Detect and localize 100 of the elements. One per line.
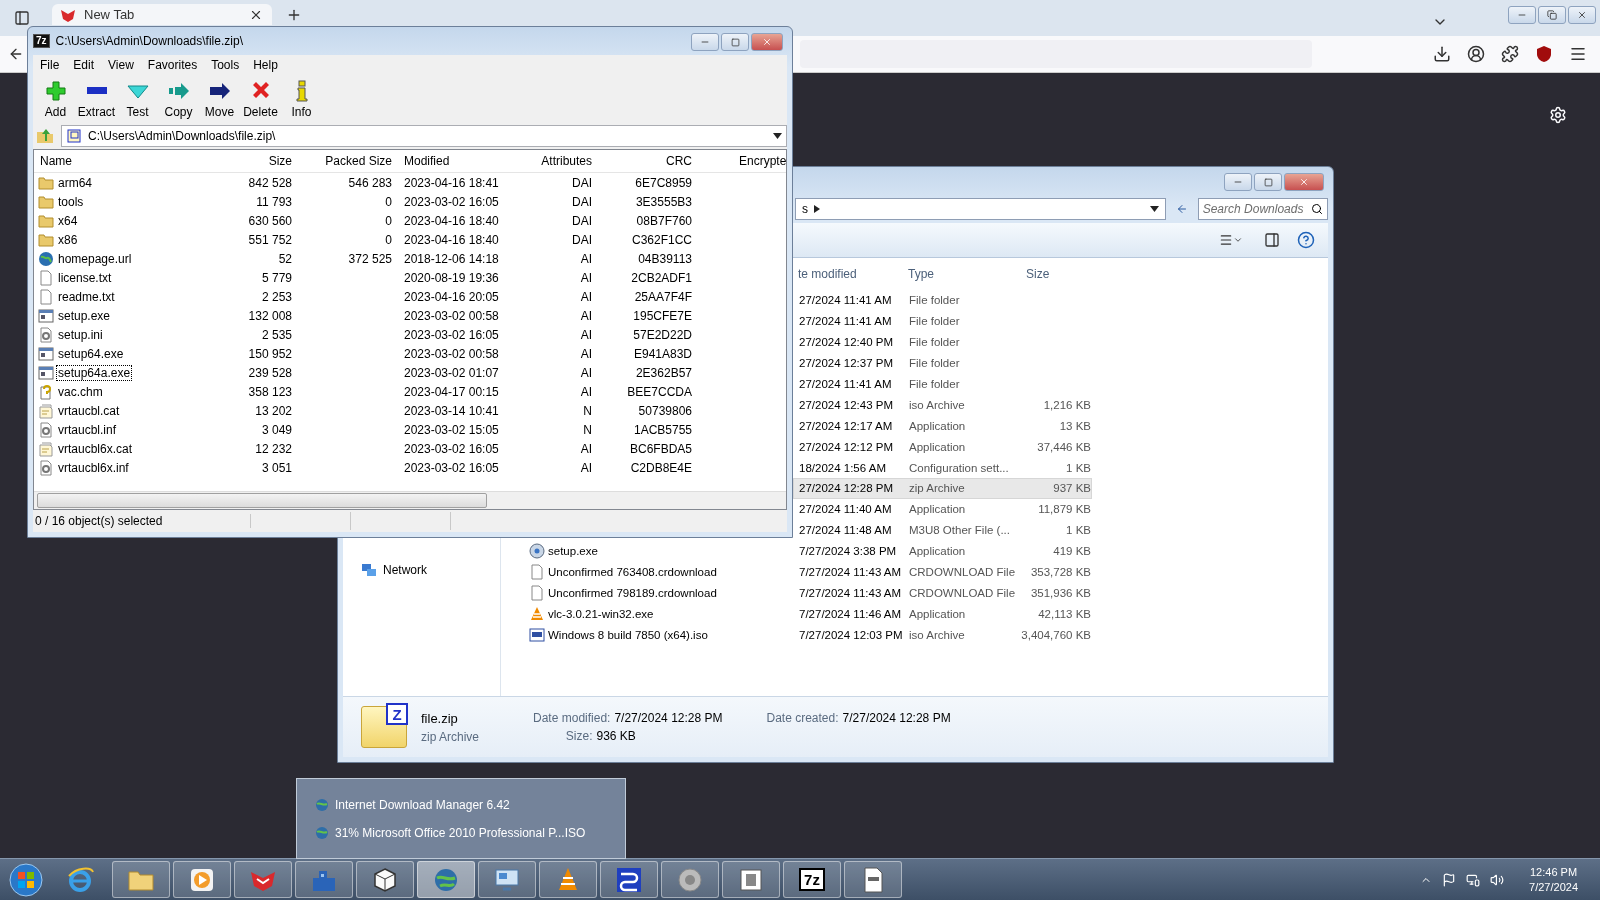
file-size: 12 232 <box>254 441 292 456</box>
maximize-button[interactable] <box>1254 173 1282 191</box>
file-size: 13 KB <box>1058 419 1091 432</box>
taskbar-button[interactable] <box>539 861 597 898</box>
minimize-button[interactable] <box>1508 6 1536 24</box>
restore-button[interactable] <box>1538 6 1566 24</box>
column-header[interactable]: Packed Size <box>292 154 392 168</box>
taskbar-button[interactable] <box>844 861 902 898</box>
path-field[interactable]: C:\Users\Admin\Downloads\file.zip\ <box>61 125 787 147</box>
taskbar-button[interactable] <box>356 861 414 898</box>
taskbar-button[interactable] <box>173 861 231 898</box>
menu-item[interactable]: Tools <box>204 58 247 72</box>
file-name[interactable]: license.txt <box>57 270 113 285</box>
column-header[interactable]: Attributes <box>524 154 592 168</box>
column-header[interactable]: Modified <box>404 154 524 168</box>
taskbar-button[interactable] <box>600 861 658 898</box>
archive-icon <box>66 128 82 144</box>
close-button[interactable] <box>1284 173 1324 191</box>
column-header[interactable]: Type <box>908 267 1020 281</box>
file-name[interactable]: arm64 <box>57 175 93 190</box>
file-name[interactable]: vrtaucbl6x.inf <box>57 460 130 475</box>
file-size: 11 793 <box>255 194 292 209</box>
field-label: Date created: <box>766 711 839 725</box>
file-name[interactable]: setup64a.exe <box>57 365 132 380</box>
file-size: 1,216 KB <box>1042 398 1091 411</box>
column-header[interactable]: Encrypte <box>739 154 786 168</box>
column-header[interactable]: Size <box>218 154 292 168</box>
restore-icon <box>1547 10 1557 20</box>
column-header[interactable]: Size <box>1020 267 1090 281</box>
file-name[interactable]: tools <box>57 194 85 209</box>
file-type: zip Archive <box>909 482 966 495</box>
caret-icon <box>773 133 782 139</box>
date-modified: 27/2024 12:28 PM <box>799 482 894 495</box>
menu-item[interactable]: File <box>33 58 67 72</box>
file-type: Application <box>909 607 967 620</box>
toolbar-button[interactable]: Copy <box>158 76 199 122</box>
file-name[interactable]: homepage.url <box>57 251 133 266</box>
date-modified: 27/2024 12:40 PM <box>799 336 894 349</box>
file-name[interactable]: setup64.exe <box>57 346 125 361</box>
crc-value: 25AA7F4F <box>633 289 692 304</box>
nav-item[interactable]: Network <box>361 562 500 578</box>
file-name[interactable]: vac.chm <box>57 384 104 399</box>
attributes: AI <box>579 327 592 342</box>
download-item[interactable]: 31% Microsoft Office 2010 Professional P...ISO <box>315 825 625 840</box>
file-name[interactable]: readme.txt <box>57 289 116 304</box>
toolbar-button[interactable]: Move <box>199 76 240 122</box>
minimize-button[interactable] <box>1224 173 1252 191</box>
browser-tab[interactable]: New Tab <box>52 4 272 25</box>
taskbar-button[interactable] <box>722 861 780 898</box>
crc-value: 1ACB5755 <box>632 422 692 437</box>
crc-value: 195CFE7E <box>632 308 692 323</box>
file-type: CRDOWNLOAD File <box>909 586 1017 599</box>
column-header[interactable]: te modified <box>798 267 908 281</box>
file-name[interactable]: x86 <box>57 232 79 247</box>
minimize-button[interactable] <box>691 33 719 51</box>
maximize-button[interactable] <box>721 33 749 51</box>
crc-value: BC6FBDA5 <box>628 441 692 456</box>
close-button[interactable] <box>751 33 783 51</box>
menu-item[interactable]: Edit <box>66 58 102 72</box>
date-modified: 7/27/2024 11:43 AM <box>799 566 903 578</box>
menu-item[interactable]: Favorites <box>140 58 205 72</box>
attributes: AI <box>579 270 592 285</box>
file-name[interactable]: setup.exe <box>57 308 112 323</box>
column-header[interactable]: Name <box>38 154 218 168</box>
menu-item[interactable]: View <box>101 58 141 72</box>
clock[interactable]: 12:46 PM 7/27/2024 <box>1529 866 1578 893</box>
horizontal-scrollbar[interactable] <box>34 491 786 509</box>
toolbar-button[interactable]: Add <box>35 76 76 122</box>
seven-zip-logo: 7z <box>799 868 825 891</box>
menu-item[interactable]: Help <box>246 58 285 72</box>
file-row[interactable]: 27/2024 12:28 PM zip Archive 937 KB <box>793 478 1092 499</box>
settings-file-icon <box>38 326 54 343</box>
toolbar-button[interactable]: Test <box>117 76 158 122</box>
address-bar[interactable]: s <box>795 198 1166 220</box>
crc-value: 6E7C8959 <box>634 175 692 190</box>
field-value: 7/27/2024 12:28 PM <box>842 711 951 725</box>
document-icon <box>38 288 54 305</box>
file-name[interactable]: setup.ini <box>57 327 104 342</box>
modified-date: 2023-03-02 00:58 <box>404 346 500 361</box>
file-name[interactable]: x64 <box>57 213 79 228</box>
close-button[interactable] <box>1568 6 1596 24</box>
breadcrumb-text[interactable]: s <box>802 202 808 216</box>
toolbar-button[interactable]: Info <box>281 76 322 122</box>
toolbar-button[interactable]: Delete <box>240 76 281 122</box>
modified-date: 2023-03-02 00:58 <box>404 308 500 323</box>
column-header[interactable]: CRC <box>592 154 692 168</box>
file-size: 3 049 <box>260 422 292 437</box>
help-icon[interactable] <box>1296 230 1316 250</box>
file-type: Application <box>909 419 967 432</box>
attributes: DAI <box>571 213 592 228</box>
file-size: 419 KB <box>1052 545 1091 558</box>
file-name[interactable]: vrtaucbl.cat <box>57 403 121 418</box>
taskbar-button[interactable] <box>478 861 536 898</box>
file-name[interactable]: vrtaucbl6x.cat <box>57 441 134 456</box>
download-item[interactable]: Internet Download Manager 6.42 <box>315 797 625 812</box>
search-field[interactable]: Search Downloads <box>1197 198 1328 220</box>
taskbar-button[interactable]: 7z <box>783 861 841 898</box>
preview-pane-icon[interactable] <box>1262 230 1282 250</box>
toolbar-button[interactable]: Extract <box>76 76 117 122</box>
file-name[interactable]: vrtaucbl.inf <box>57 422 118 437</box>
